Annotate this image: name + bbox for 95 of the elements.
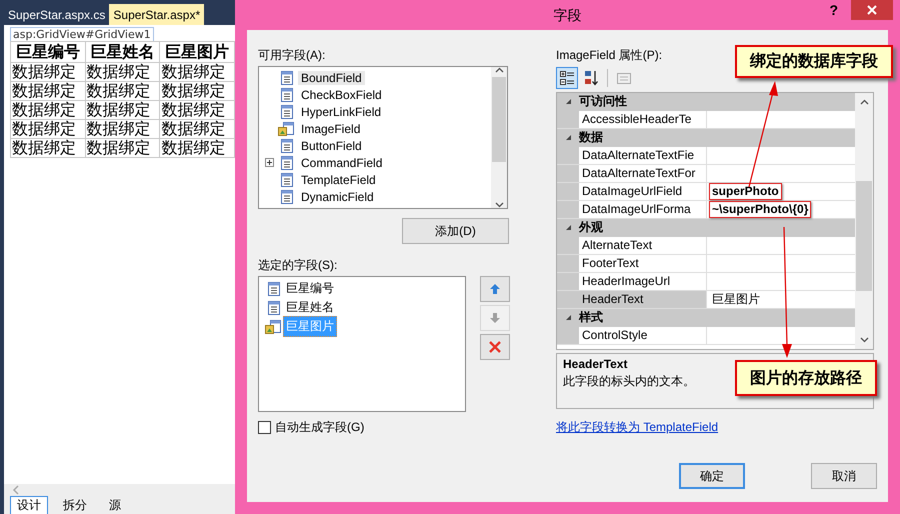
tree-item[interactable]: ButtonField <box>298 138 365 152</box>
table-cell: 数据绑定 <box>160 120 234 138</box>
form-icon <box>265 280 281 296</box>
table-cell: 数据绑定 <box>160 82 234 100</box>
categorized-button[interactable] <box>556 67 578 89</box>
down-arrow-icon <box>489 312 501 324</box>
form-icon <box>278 70 294 86</box>
control-tag: asp:GridView#GridView1 <box>10 27 154 41</box>
property-name[interactable]: DataImageUrlField <box>579 183 707 200</box>
table-cell: 数据绑定 <box>85 120 160 138</box>
property-name[interactable]: DataImageUrlForma <box>579 201 707 218</box>
scroll-up-icon <box>494 67 504 73</box>
form-icon <box>278 172 294 188</box>
highlighted-value[interactable]: superPhoto <box>709 183 782 200</box>
form-icon <box>278 154 294 170</box>
property-value[interactable]: 巨星图片 <box>709 291 763 308</box>
scroll-down-icon <box>494 202 504 208</box>
tree-item[interactable]: CheckBoxField <box>298 88 385 102</box>
list-item[interactable]: 巨星姓名 <box>283 297 337 318</box>
table-cell: 数据绑定 <box>10 138 86 158</box>
sort-icon <box>583 70 599 86</box>
tree-item[interactable]: CommandField <box>298 156 386 170</box>
tree-item[interactable]: DynamicField <box>298 190 377 204</box>
close-icon <box>867 5 877 15</box>
tree-item[interactable]: ImageField <box>298 122 364 136</box>
add-button[interactable]: 添加(D) <box>402 218 509 244</box>
scroll-up-icon <box>860 99 868 105</box>
properties-label: ImageField 属性(P): <box>556 47 662 62</box>
property-name[interactable]: FooterText <box>579 255 707 272</box>
close-button[interactable] <box>851 0 893 20</box>
checkbox-label: 自动生成字段(G) <box>275 419 364 436</box>
field-label: 选定的字段(S): <box>258 257 338 272</box>
callout-note: 图片的存放路径 <box>735 360 877 396</box>
column-header: 巨星图片 <box>160 42 234 62</box>
cancel-button[interactable]: 取消 <box>811 463 877 489</box>
property-name[interactable]: ControlStyle <box>579 327 707 344</box>
table-cell: 数据绑定 <box>160 100 234 120</box>
category-label: 数据 <box>579 129 603 146</box>
form-icon <box>278 138 294 154</box>
property-pages-icon <box>616 70 632 86</box>
callout-note: 绑定的数据库字段 <box>735 45 893 78</box>
scrollbar-thumb[interactable] <box>856 181 872 291</box>
table-cell: 数据绑定 <box>10 62 86 82</box>
table-cell: 数据绑定 <box>85 62 160 82</box>
checkbox[interactable] <box>258 421 271 434</box>
view-tab[interactable]: 拆分 <box>56 496 94 514</box>
view-tab[interactable]: 设计 <box>10 496 48 514</box>
property-name[interactable]: HeaderText <box>579 291 707 308</box>
table-cell: 数据绑定 <box>10 120 86 138</box>
property-name[interactable]: AlternateText <box>579 237 707 254</box>
field-label: 可用字段(A): <box>258 47 326 62</box>
property-name[interactable]: AccessibleHeaderTe <box>579 111 707 128</box>
table-cell: 数据绑定 <box>85 82 160 100</box>
image-field-icon <box>265 318 281 334</box>
editor-tab[interactable]: SuperStar.aspx* <box>109 4 204 25</box>
table-cell: 数据绑定 <box>160 62 234 82</box>
tree-item[interactable]: BoundField <box>298 70 365 84</box>
form-icon <box>278 188 294 204</box>
tree-item[interactable]: TemplateField <box>298 172 379 186</box>
column-header: 巨星姓名 <box>85 42 160 62</box>
delete-icon <box>489 341 501 353</box>
property-name[interactable]: DataAlternateTextFor <box>579 165 707 182</box>
table-cell: 数据绑定 <box>10 100 86 120</box>
category-label: 外观 <box>579 219 603 236</box>
scrollbar-thumb[interactable] <box>492 77 506 162</box>
scroll-left-icon <box>12 485 20 495</box>
description-title: HeaderText <box>563 357 628 371</box>
view-tab[interactable]: 源 <box>102 496 128 514</box>
description-text: 此字段的标头内的文本。 <box>563 373 695 390</box>
highlighted-value[interactable]: ~\superPhoto\{0} <box>709 201 812 218</box>
form-icon <box>278 104 294 120</box>
tree-item[interactable]: HyperLinkField <box>298 104 384 118</box>
column-header: 巨星编号 <box>10 42 86 62</box>
help-button[interactable]: ? <box>829 2 838 18</box>
up-arrow-icon <box>489 283 501 295</box>
table-cell: 数据绑定 <box>85 138 160 158</box>
form-icon <box>265 300 281 316</box>
table-cell: 数据绑定 <box>10 82 86 100</box>
ok-button[interactable]: 确定 <box>679 463 745 489</box>
table-cell: 数据绑定 <box>160 138 234 158</box>
categorized-icon <box>559 70 575 86</box>
convert-link[interactable]: 将此字段转换为 TemplateField <box>556 419 718 436</box>
form-icon <box>278 86 294 102</box>
property-name[interactable]: HeaderImageUrl <box>579 273 707 290</box>
list-item[interactable]: 巨星编号 <box>283 278 337 299</box>
delete-button[interactable] <box>480 334 510 360</box>
editor-tab[interactable]: SuperStar.aspx.cs <box>4 4 110 25</box>
category-label: 样式 <box>579 309 603 326</box>
property-name[interactable]: DataAlternateTextFie <box>579 147 707 164</box>
move-up-button[interactable] <box>480 276 510 302</box>
category-label: 可访问性 <box>579 93 627 110</box>
image-field-icon <box>278 120 294 136</box>
scroll-down-icon <box>860 337 868 343</box>
dialog-title: 字段 <box>554 7 582 25</box>
table-cell: 数据绑定 <box>85 100 160 120</box>
